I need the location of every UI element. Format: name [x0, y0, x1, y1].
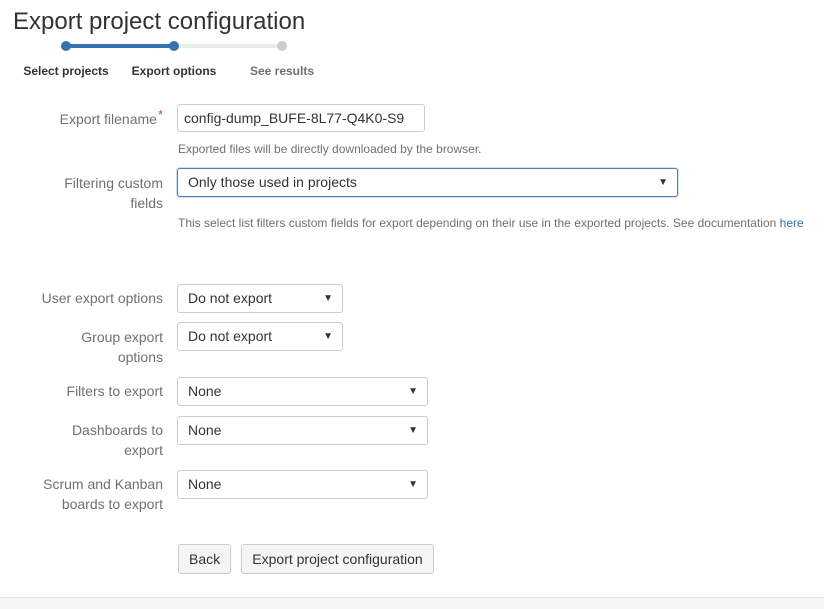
tracker-line-remaining	[174, 44, 282, 48]
dashboards-select[interactable]: None ▼	[177, 416, 428, 445]
triangle-down-icon: ▼	[408, 471, 418, 498]
back-button[interactable]: Back	[178, 544, 231, 574]
filters-label: Filters to export	[13, 381, 163, 401]
required-marker: *	[158, 107, 163, 122]
boards-label: Scrum and Kanban boards to export	[13, 474, 163, 514]
triangle-down-icon: ▼	[323, 285, 333, 312]
filename-label-text: Export filename	[60, 111, 157, 127]
dashboards-label-line1: Dashboards to	[13, 420, 163, 440]
user-export-label: User export options	[13, 288, 163, 308]
dashboards-label: Dashboards to export	[13, 420, 163, 460]
triangle-down-icon: ▼	[408, 378, 418, 405]
filters-select[interactable]: None ▼	[177, 377, 428, 406]
group-export-label-line1: Group export	[13, 327, 163, 347]
custom-fields-label: Filtering custom fields	[13, 173, 163, 213]
custom-fields-label-line2: fields	[13, 193, 163, 213]
boards-selected-value: None	[188, 476, 221, 492]
custom-fields-help-text: This select list filters custom fields f…	[178, 216, 804, 230]
export-filename-input[interactable]	[177, 104, 425, 132]
step-export-options: Export options	[132, 64, 217, 78]
tracker-dot-select-projects	[61, 41, 71, 51]
page-footer	[0, 597, 824, 609]
dashboards-selected-value: None	[188, 422, 221, 438]
triangle-down-icon: ▼	[658, 169, 668, 196]
group-export-selected-value: Do not export	[188, 328, 272, 344]
export-project-configuration-button[interactable]: Export project configuration	[241, 544, 434, 574]
triangle-down-icon: ▼	[323, 323, 333, 350]
custom-fields-select[interactable]: Only those used in projects ▼	[177, 168, 678, 197]
tracker-line-completed	[66, 44, 174, 48]
filename-help-text: Exported files will be directly download…	[178, 142, 482, 156]
step-see-results: See results	[250, 64, 314, 78]
custom-fields-label-line1: Filtering custom	[13, 173, 163, 193]
boards-label-line1: Scrum and Kanban	[13, 474, 163, 494]
tracker-dot-see-results	[277, 41, 287, 51]
progress-tracker: Select projects Export options See resul…	[0, 38, 824, 83]
user-export-select[interactable]: Do not export ▼	[177, 284, 343, 313]
tracker-dot-export-options	[169, 41, 179, 51]
filename-label: Export filename*	[13, 109, 163, 129]
triangle-down-icon: ▼	[408, 417, 418, 444]
boards-select[interactable]: None ▼	[177, 470, 428, 499]
user-export-selected-value: Do not export	[188, 290, 272, 306]
documentation-link[interactable]: here	[780, 216, 804, 230]
boards-label-line2: boards to export	[13, 494, 163, 514]
custom-fields-selected-value: Only those used in projects	[188, 174, 357, 190]
page-title: Export project configuration	[13, 8, 305, 36]
group-export-select[interactable]: Do not export ▼	[177, 322, 343, 351]
step-select-projects[interactable]: Select projects	[23, 64, 108, 78]
group-export-label-line2: options	[13, 347, 163, 367]
export-config-page: Export project configuration Select proj…	[0, 0, 824, 609]
dashboards-label-line2: export	[13, 440, 163, 460]
custom-fields-help-body: This select list filters custom fields f…	[178, 216, 776, 230]
group-export-label: Group export options	[13, 327, 163, 367]
filters-selected-value: None	[188, 383, 221, 399]
